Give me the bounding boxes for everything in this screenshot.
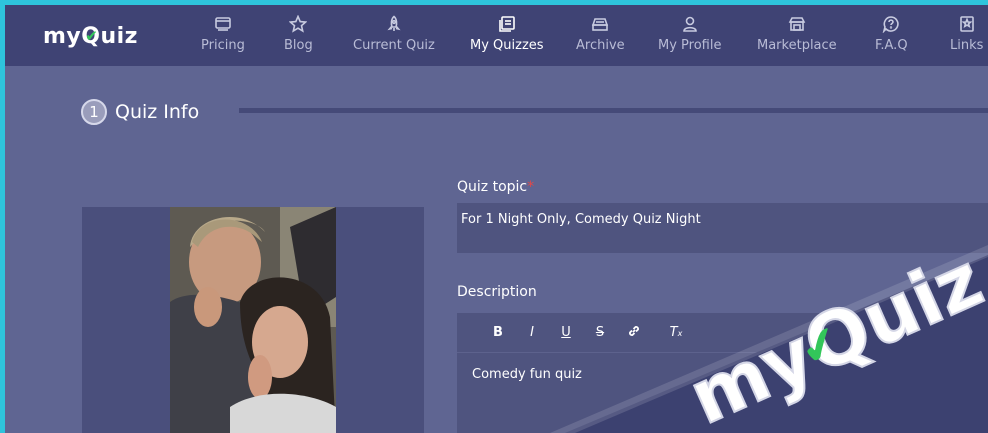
user-icon bbox=[681, 13, 699, 35]
nav-label: Blog bbox=[284, 38, 313, 53]
required-marker: * bbox=[527, 179, 535, 195]
editor-toolbar: B I U S Tx bbox=[457, 313, 988, 353]
logo-text-pre: my bbox=[43, 23, 82, 49]
description-label: Description bbox=[457, 284, 537, 300]
check-icon: ✔ bbox=[85, 26, 99, 45]
nav-archive[interactable]: Archive bbox=[576, 13, 625, 63]
quiz-topic-input[interactable]: For 1 Night Only, Comedy Quiz Night bbox=[457, 203, 988, 253]
app-frame: my Q ✔ uiz Pricing Blog Current Quiz My … bbox=[5, 5, 988, 433]
nav-label: F.A.Q bbox=[875, 38, 908, 53]
nav-links[interactable]: Links bbox=[950, 13, 983, 63]
step-progress-line bbox=[239, 108, 988, 113]
star-icon bbox=[289, 13, 308, 35]
nav-label: Pricing bbox=[201, 38, 245, 53]
clear-format-button[interactable]: Tx bbox=[659, 325, 693, 340]
underline-icon: U bbox=[561, 325, 571, 340]
nav-blog[interactable]: Blog bbox=[284, 13, 313, 63]
description-editor[interactable]: Comedy fun quiz bbox=[457, 353, 988, 433]
nav-label: Archive bbox=[576, 38, 625, 53]
nav-pricing[interactable]: Pricing bbox=[201, 13, 245, 63]
faq-icon bbox=[882, 13, 900, 35]
nav-label: Marketplace bbox=[757, 38, 837, 53]
nav-faq[interactable]: F.A.Q bbox=[875, 13, 908, 63]
strikethrough-icon: S bbox=[595, 325, 605, 340]
nav-label: My Profile bbox=[658, 38, 722, 53]
top-nav: my Q ✔ uiz Pricing Blog Current Quiz My … bbox=[5, 5, 988, 66]
quiz-topic-label: Quiz topic* bbox=[457, 179, 535, 195]
bold-button[interactable]: B bbox=[481, 325, 515, 340]
step-number: 1 bbox=[81, 99, 107, 125]
link-button[interactable] bbox=[617, 324, 651, 342]
step-header: 1 Quiz Info bbox=[81, 99, 199, 125]
nav-my-profile[interactable]: My Profile bbox=[658, 13, 721, 63]
marketplace-icon bbox=[788, 13, 806, 35]
nav-marketplace[interactable]: Marketplace bbox=[757, 13, 837, 63]
nav-label: My Quizzes bbox=[470, 38, 544, 53]
pricing-icon bbox=[214, 13, 232, 35]
link-icon bbox=[627, 325, 641, 342]
step-title: Quiz Info bbox=[115, 101, 200, 123]
rocket-icon bbox=[385, 13, 403, 35]
links-icon bbox=[958, 13, 976, 35]
clear-format-icon: T bbox=[669, 325, 678, 340]
italic-button[interactable]: I bbox=[515, 325, 549, 340]
logo-text-post: uiz bbox=[100, 23, 138, 49]
quizzes-icon bbox=[498, 13, 516, 35]
nav-label: Current Quiz bbox=[353, 38, 435, 53]
nav-my-quizzes[interactable]: My Quizzes bbox=[470, 13, 544, 63]
nav-current-quiz[interactable]: Current Quiz bbox=[353, 13, 435, 63]
nav-label: Links bbox=[950, 38, 984, 53]
quiz-image-panel[interactable] bbox=[82, 207, 424, 433]
bold-icon: B bbox=[493, 325, 503, 340]
quiz-photo bbox=[170, 207, 336, 433]
brand-logo[interactable]: my Q ✔ uiz bbox=[43, 21, 138, 51]
underline-button[interactable]: U bbox=[549, 325, 583, 340]
logo-q: Q ✔ bbox=[81, 23, 101, 49]
archive-icon bbox=[591, 13, 609, 35]
strikethrough-button[interactable]: S bbox=[583, 325, 617, 340]
italic-icon: I bbox=[530, 325, 534, 340]
